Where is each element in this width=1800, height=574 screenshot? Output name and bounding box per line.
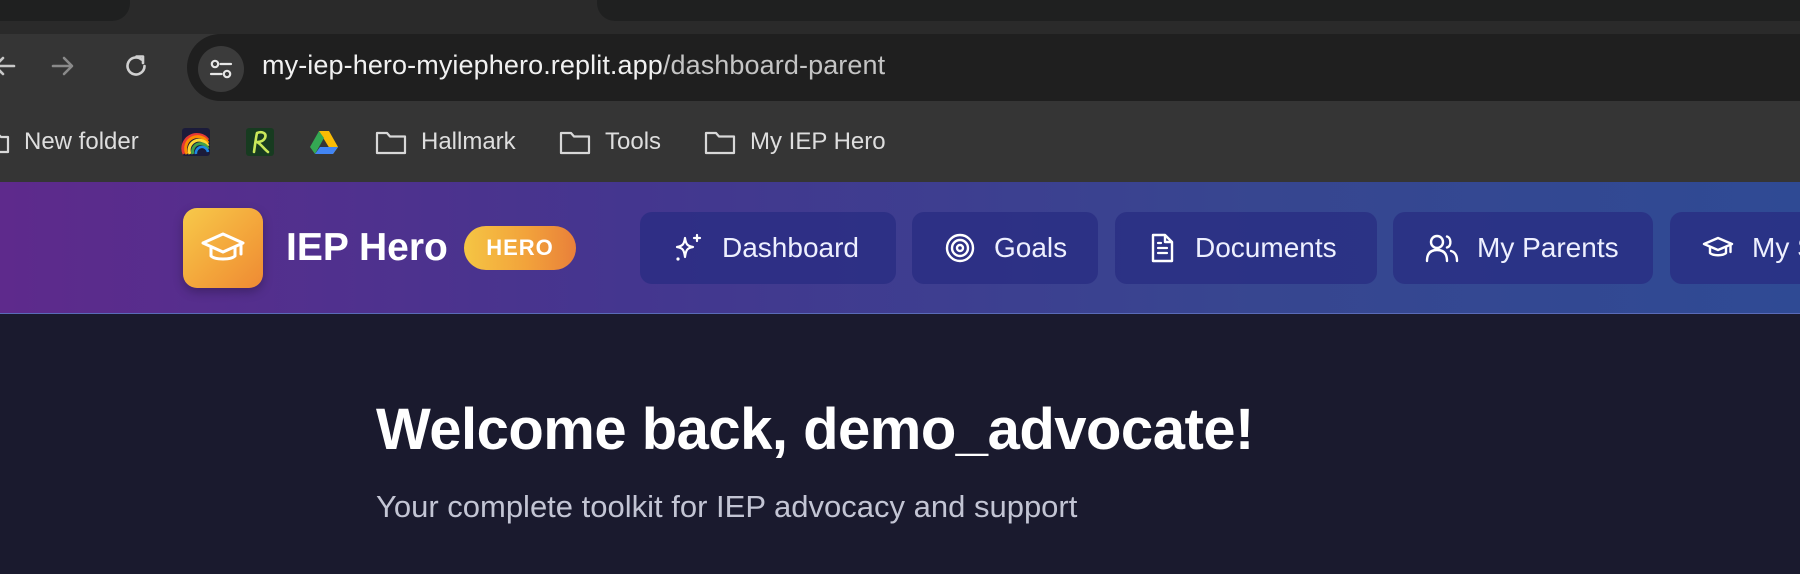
bookmark-label: Tools — [605, 128, 662, 155]
nav-documents[interactable]: Documents — [1115, 212, 1377, 284]
folder-icon — [375, 131, 407, 155]
folder-icon — [0, 134, 10, 154]
nav-label: Dashboard — [722, 232, 859, 263]
url-path: /dashboard-parent — [662, 50, 886, 80]
app-logo[interactable] — [183, 208, 263, 288]
graduation-cap-icon — [201, 232, 245, 261]
document-icon — [1151, 233, 1174, 263]
app-header: IEP Hero HERO Dashboard Goals Documents — [0, 182, 1800, 314]
url-text[interactable]: my-iep-hero-myiephero.replit.app/dashboa… — [262, 50, 885, 81]
bookmark-google-drive[interactable] — [308, 124, 340, 160]
nav-my-parents[interactable]: My Parents — [1393, 212, 1653, 284]
users-icon — [1425, 234, 1459, 263]
brand-name: IEP Hero — [286, 226, 448, 269]
back-arrow-icon — [0, 56, 16, 76]
page-title: Welcome back, demo_advocate! — [376, 397, 1254, 462]
bookmark-rainbow[interactable] — [180, 124, 212, 160]
browser-tab[interactable] — [0, 0, 130, 21]
bookmark-tools[interactable]: Tools — [559, 124, 661, 160]
bookmark-hallmark[interactable]: Hallmark — [375, 124, 516, 160]
google-drive-icon — [310, 131, 338, 154]
target-icon — [945, 233, 975, 263]
tune-icon — [209, 59, 233, 79]
sparkles-icon — [675, 233, 702, 261]
rainbow-favicon — [181, 128, 210, 156]
page-subtitle: Your complete toolkit for IEP advocacy a… — [376, 489, 1078, 524]
browser-tab-strip — [0, 0, 1800, 34]
hero-badge: HERO — [464, 226, 576, 270]
back-button[interactable] — [0, 48, 22, 84]
nav-label: Documents — [1195, 232, 1337, 263]
green-r-favicon — [246, 128, 274, 156]
nav-label: My S — [1752, 232, 1800, 263]
bookmark-my-iep-hero[interactable]: My IEP Hero — [704, 124, 886, 160]
bookmark-label: Hallmark — [421, 128, 516, 155]
nav-my-students[interactable]: My S — [1670, 212, 1800, 284]
reload-button[interactable] — [118, 48, 154, 84]
bookmark-label: My IEP Hero — [750, 128, 886, 155]
site-info-button[interactable] — [198, 46, 244, 92]
nav-dashboard[interactable]: Dashboard — [640, 212, 896, 284]
folder-icon — [704, 131, 736, 155]
url-host: my-iep-hero-myiephero.replit.app — [262, 50, 663, 80]
bookmark-r[interactable] — [244, 124, 276, 160]
nav-label: My Parents — [1477, 232, 1619, 263]
forward-button[interactable] — [45, 48, 81, 84]
browser-tab[interactable] — [597, 0, 1800, 21]
nav-label: Goals — [994, 232, 1068, 263]
bookmark-new-folder[interactable]: New folder — [0, 124, 139, 160]
forward-arrow-icon — [51, 56, 74, 76]
bookmark-label: New folder — [24, 128, 139, 155]
nav-goals[interactable]: Goals — [912, 212, 1098, 284]
folder-icon — [559, 131, 591, 155]
reload-icon — [126, 55, 146, 76]
graduation-cap-icon — [1702, 236, 1734, 257]
